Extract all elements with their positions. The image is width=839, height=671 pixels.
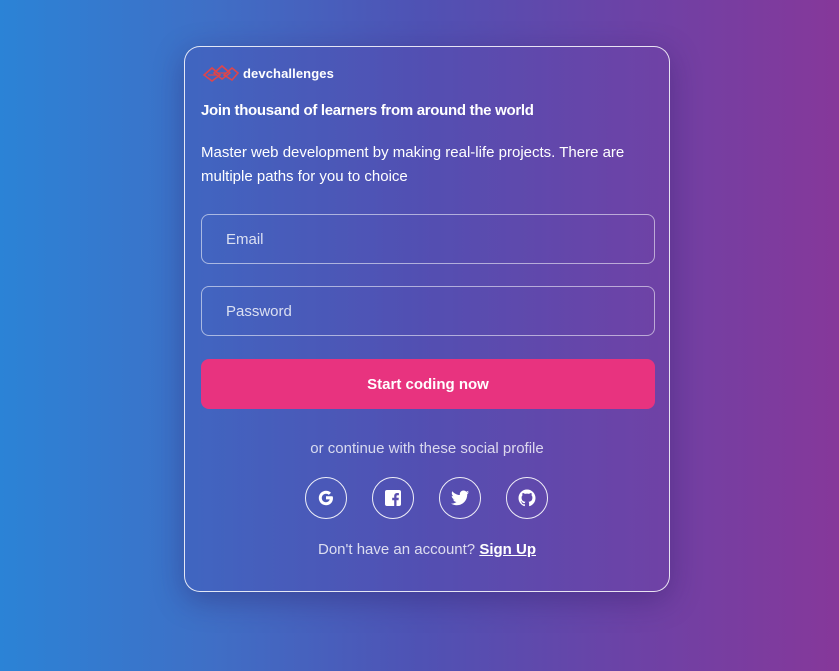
github-login-button[interactable] — [506, 477, 548, 519]
signup-line: Don't have an account? Sign Up — [185, 541, 669, 558]
page-title: Join thousand of learners from around th… — [201, 102, 534, 119]
social-login-row — [305, 477, 548, 519]
twitter-icon — [451, 490, 469, 506]
google-login-button[interactable] — [305, 477, 347, 519]
signup-prompt: Don't have an account? — [318, 541, 476, 558]
brand-name: devchallenges — [243, 65, 334, 81]
signup-link[interactable]: Sign Up — [479, 541, 536, 558]
twitter-login-button[interactable] — [439, 477, 481, 519]
google-icon — [318, 490, 333, 506]
brand: devchallenges — [202, 63, 334, 83]
social-caption: or continue with these social profile — [310, 440, 544, 457]
start-coding-button[interactable]: Start coding now — [201, 359, 655, 409]
password-field[interactable] — [201, 286, 655, 336]
email-field[interactable] — [201, 214, 655, 264]
facebook-icon — [385, 490, 401, 506]
page-description: Master web development by making real-li… — [201, 144, 625, 185]
github-icon — [518, 489, 536, 507]
login-card: devchallenges Join thousand of learners … — [184, 46, 670, 592]
devchallenges-logo-icon — [202, 64, 240, 82]
facebook-login-button[interactable] — [372, 477, 414, 519]
